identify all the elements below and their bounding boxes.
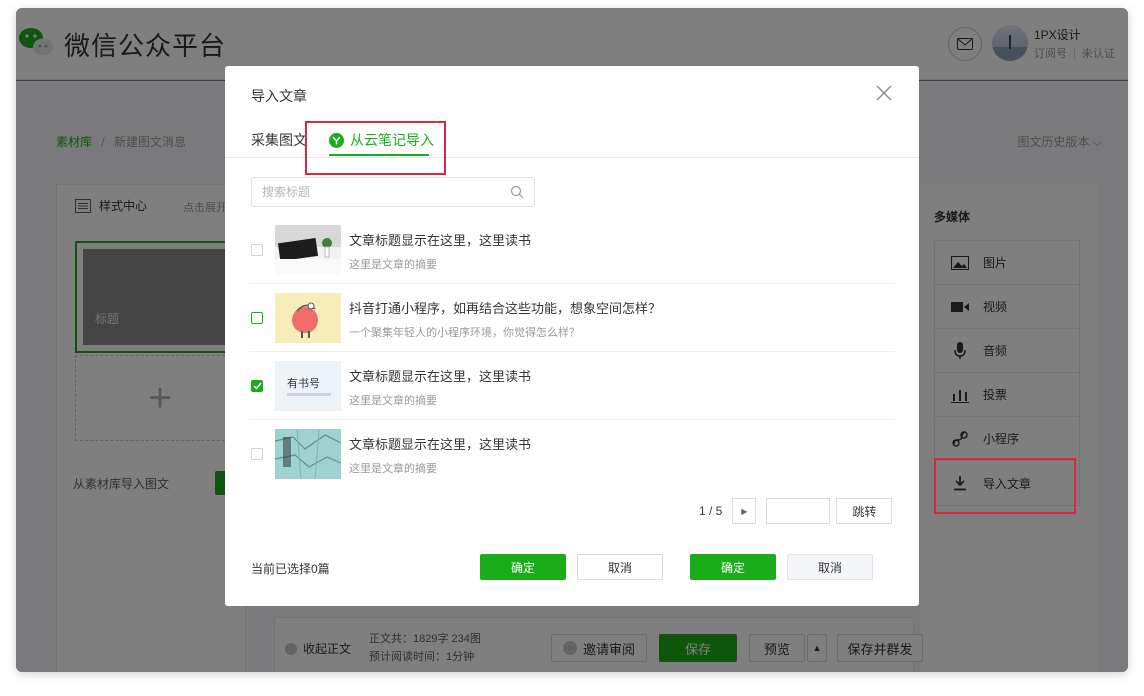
article-summary: 这里是文章的摘要 [349, 395, 437, 407]
article-row[interactable]: 有书号 文章标题显示在这里，这里读书 这里是文章的摘要 [249, 352, 895, 420]
article-thumbnail [275, 293, 341, 343]
search-input[interactable] [252, 178, 534, 206]
tab-collect-articles[interactable]: 采集图文 [251, 130, 307, 150]
cancel-button[interactable]: 取消 [577, 554, 663, 580]
import-article-dialog: 导入文章 采集图文 从云笔记导入 文章标题显示在这里，这里读书 这里是文章的摘要 [225, 66, 919, 606]
thumbnail-bar [287, 393, 331, 396]
article-summary: 这里是文章的摘要 [349, 259, 437, 271]
article-title: 文章标题显示在这里，这里读书 [349, 233, 532, 248]
page-jump-input[interactable] [766, 498, 831, 524]
article-row[interactable]: 文章标题显示在这里，这里读书 这里是文章的摘要 [249, 216, 895, 284]
article-summary: 一个聚集年轻人的小程序环境，你觉得怎么样？ [349, 327, 580, 339]
article-checkbox[interactable] [251, 312, 263, 324]
check-icon [252, 382, 262, 390]
chevron-right-icon: ▶ [741, 506, 748, 516]
article-title: 文章标题显示在这里，这里读书 [349, 437, 532, 452]
page-indicator: 1 / 5 [699, 504, 723, 518]
selected-count: 当前已选择0篇 [251, 562, 330, 576]
pagination: 1 / 5 ▶ 跳转 [699, 498, 893, 524]
highlight-box-import-article [934, 458, 1076, 514]
article-thumbnail: 有书号 [275, 361, 341, 411]
next-page-button[interactable]: ▶ [732, 498, 757, 524]
article-row[interactable]: 抖音打通小程序，如再结合这些功能，想象空间怎样？ 一个聚集年轻人的小程序环境，你… [249, 284, 895, 352]
search-box [251, 177, 535, 207]
cancel-button-alt[interactable]: 取消 [787, 554, 873, 580]
page-jump-button[interactable]: 跳转 [836, 498, 893, 524]
article-thumbnail [275, 429, 341, 479]
dialog-title: 导入文章 [251, 88, 307, 104]
article-thumbnail [275, 225, 341, 275]
article-title: 文章标题显示在这里，这里读书 [349, 369, 532, 384]
article-row[interactable]: 文章标题显示在这里，这里读书 这里是文章的摘要 [249, 420, 895, 488]
article-checkbox[interactable] [251, 448, 263, 460]
article-list: 文章标题显示在这里，这里读书 这里是文章的摘要 抖音打通小程序，如再结合这些功能… [249, 216, 895, 488]
article-checkbox[interactable] [251, 244, 263, 256]
article-title: 抖音打通小程序，如再结合这些功能，想象空间怎样？ [349, 301, 662, 316]
search-icon[interactable] [510, 185, 524, 199]
confirm-button[interactable]: 确定 [480, 554, 566, 580]
thumbnail-text: 有书号 [287, 377, 320, 390]
article-checkbox[interactable] [251, 380, 263, 392]
close-icon[interactable] [873, 82, 895, 104]
highlight-box-cloud-tab [305, 121, 446, 175]
confirm-button-alt[interactable]: 确定 [690, 554, 776, 580]
article-summary: 这里是文章的摘要 [349, 463, 437, 475]
